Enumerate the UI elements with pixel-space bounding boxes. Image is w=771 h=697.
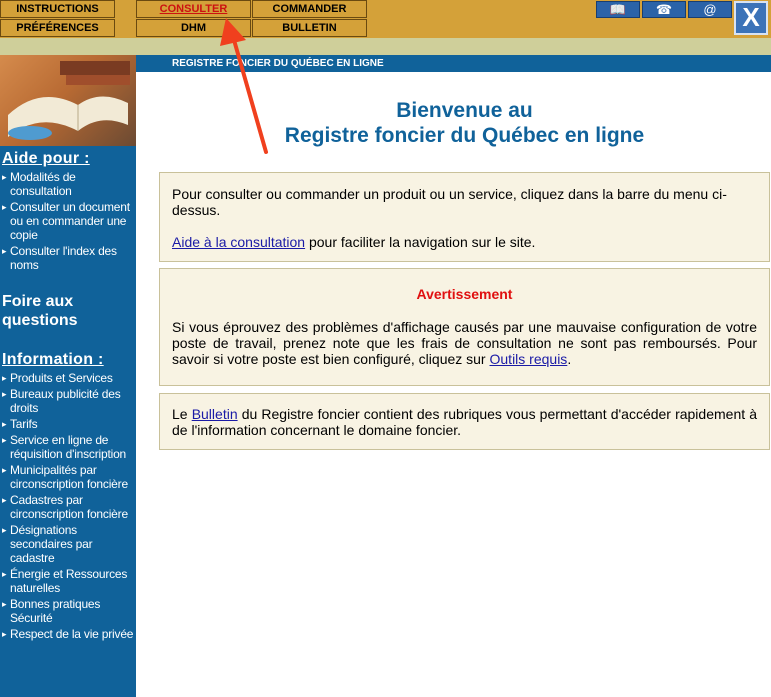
information-section-title[interactable]: Information :: [2, 351, 104, 369]
email-icon[interactable]: @: [688, 1, 732, 18]
aide-item-modalites[interactable]: ▸ Modalités de consultation: [0, 170, 136, 198]
aide-item-consulter-document[interactable]: ▸ Consulter un document ou en commander u…: [0, 200, 136, 242]
aide-section-title[interactable]: Aide pour :: [2, 150, 90, 168]
info-item-tarifs[interactable]: ▸ Tarifs: [0, 417, 136, 431]
menu-commander-button[interactable]: COMMANDER: [252, 0, 367, 18]
instructions-text: Pour consulter ou commander un produit o…: [172, 186, 727, 218]
main-menu: INSTRUCTIONS CONSULTER COMMANDER PRÉFÉRE…: [0, 0, 369, 38]
welcome-line-2: Registre foncier du Québec en ligne: [284, 124, 645, 147]
aide-item-index-noms[interactable]: ▸ Consulter l'index des noms: [0, 244, 136, 272]
bulletin-link[interactable]: Bulletin: [192, 406, 238, 422]
info-item-bonnes-pratiques[interactable]: ▸ Bonnes pratiques Sécurité: [0, 597, 136, 625]
info-item-cadastres[interactable]: ▸ Cadastres par circonscription foncière: [0, 493, 136, 521]
warning-text: Si vous éprouvez des problèmes d'afficha…: [172, 319, 757, 367]
info-item-service-requisition[interactable]: ▸ Service en ligne de réquisition d'inscr…: [0, 433, 136, 461]
menu-consulter-button[interactable]: CONSULTER: [136, 0, 251, 18]
warning-box: Avertissement Si vous éprouvez des probl…: [159, 268, 770, 386]
menu-dhm-button[interactable]: DHM: [136, 19, 251, 37]
menu-instructions-button[interactable]: INSTRUCTIONS: [0, 0, 115, 18]
instructions-help-line: Aide à la consultation pour faciliter la…: [172, 234, 536, 250]
menu-bulletin-button[interactable]: BULLETIN: [252, 19, 367, 37]
info-item-designations[interactable]: ▸ Désignations secondaires par cadastre: [0, 523, 136, 565]
instructions-box: Pour consulter ou commander un produit o…: [159, 172, 770, 262]
book-icon[interactable]: 📖: [596, 1, 640, 18]
page-title: Bienvenue au Registre foncier du Québec …: [159, 98, 770, 148]
info-item-energie[interactable]: ▸ Énergie et Ressources naturelles: [0, 567, 136, 595]
info-item-vie-privee[interactable]: ▸ Respect de la vie privée: [0, 627, 136, 641]
books-photo: [0, 55, 136, 146]
information-list: ▸ Produits et Services ▸ Bureaux publicité…: [0, 371, 136, 643]
welcome-line-1: Bienvenue au: [396, 99, 533, 122]
faq-link[interactable]: Foire aux questions: [2, 292, 102, 330]
menu-preferences-button[interactable]: PRÉFÉRENCES: [0, 19, 115, 37]
outils-requis-link[interactable]: Outils requis: [490, 351, 568, 367]
bulletin-text: Le Bulletin du Registre foncier contient…: [172, 406, 757, 438]
bulletin-box: Le Bulletin du Registre foncier contient…: [159, 393, 770, 450]
sidebar: Aide pour : ▸ Modalités de consultation ▸…: [0, 55, 136, 697]
close-icon[interactable]: X: [734, 1, 768, 35]
warning-title: Avertissement: [416, 286, 513, 302]
phone-icon[interactable]: ☎: [642, 1, 686, 18]
info-item-produits[interactable]: ▸ Produits et Services: [0, 371, 136, 385]
info-item-bureaux[interactable]: ▸ Bureaux publicité des droits: [0, 387, 136, 415]
aide-consultation-link[interactable]: Aide à la consultation: [172, 234, 305, 250]
page-banner: REGISTRE FONCIER DU QUÉBEC EN LIGNE: [136, 55, 771, 72]
top-separator-band: [0, 38, 771, 55]
aide-list: ▸ Modalités de consultation ▸ Consulter un…: [0, 170, 136, 274]
info-item-municipalites[interactable]: ▸ Municipalités par circonscription fonci…: [0, 463, 136, 491]
books-illustration: [8, 61, 130, 140]
